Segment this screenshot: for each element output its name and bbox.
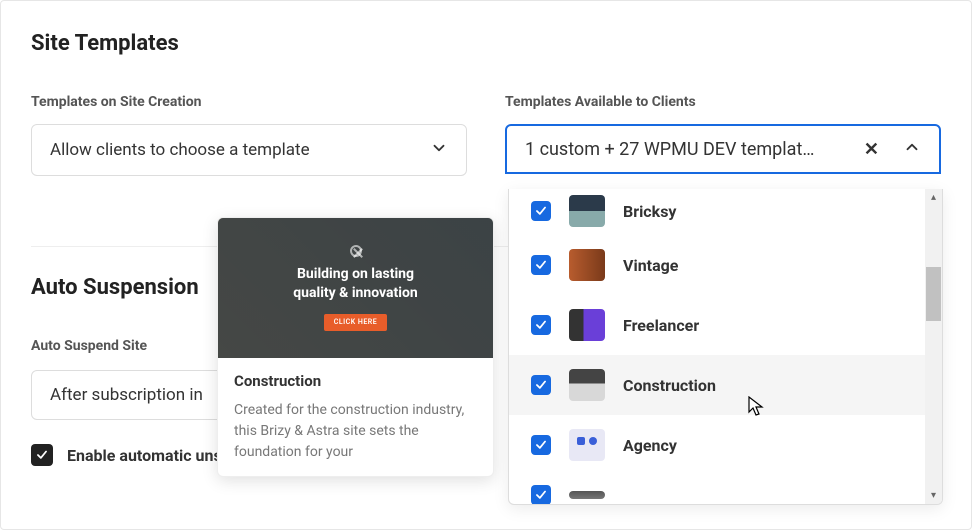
template-option-label: Bricksy (623, 202, 676, 221)
checkbox-checked-icon[interactable] (531, 315, 551, 335)
template-thumbnail (569, 309, 605, 341)
clear-icon[interactable]: ✕ (864, 139, 879, 160)
templates-dropdown[interactable]: Bricksy Vintage Freelancer Construction Agen… (508, 189, 943, 505)
template-option[interactable] (509, 475, 927, 504)
template-preview-card: Building on lasting quality & innovation… (217, 217, 494, 477)
hero-line-1: Building on lasting (297, 265, 414, 285)
template-option[interactable]: Vintage (509, 235, 927, 295)
template-option[interactable]: Agency (509, 415, 927, 475)
template-option-label: Vintage (623, 256, 678, 275)
scroll-down-icon[interactable]: ▾ (925, 487, 942, 504)
template-thumbnail (569, 429, 605, 461)
templates-dropdown-list: Bricksy Vintage Freelancer Construction Agen… (509, 189, 927, 504)
templates-on-creation-value: Allow clients to choose a template (50, 140, 310, 160)
template-option[interactable]: Bricksy (509, 189, 927, 235)
page-title: Site Templates (31, 31, 941, 56)
template-thumbnail (569, 491, 605, 499)
template-option-label: Construction (623, 376, 716, 395)
settings-panel: Site Templates Templates on Site Creatio… (0, 0, 972, 530)
templates-available-summary: 1 custom + 27 WPMU DEV templat… (525, 139, 850, 160)
template-thumbnail (569, 369, 605, 401)
auto-suspend-value: After subscription in (50, 385, 203, 405)
templates-on-creation-label: Templates on Site Creation (31, 94, 467, 110)
checkbox-checked-icon[interactable] (531, 435, 551, 455)
scrollbar-track[interactable]: ▴ ▾ (925, 189, 942, 504)
template-thumbnail (569, 249, 605, 281)
templates-row: Templates on Site Creation Allow clients… (31, 94, 941, 176)
checkbox-checked-icon[interactable] (31, 444, 53, 466)
template-preview-image: Building on lasting quality & innovation… (218, 218, 493, 358)
templates-available-combo[interactable]: 1 custom + 27 WPMU DEV templat… ✕ (505, 124, 941, 174)
template-option[interactable]: Freelancer (509, 295, 927, 355)
template-option[interactable]: Construction (509, 355, 927, 415)
templates-on-creation-col: Templates on Site Creation Allow clients… (31, 94, 467, 176)
checkbox-checked-icon[interactable] (531, 255, 551, 275)
chevron-up-icon[interactable] (903, 138, 921, 160)
checkbox-checked-icon[interactable] (531, 485, 551, 504)
checkbox-checked-icon[interactable] (531, 201, 551, 221)
template-preview-body: Construction Created for the constructio… (218, 358, 493, 477)
template-option-label: Agency (623, 436, 677, 455)
template-option-label: Freelancer (623, 316, 699, 335)
hero-line-2: quality & innovation (293, 284, 417, 304)
templates-available-col: Templates Available to Clients 1 custom … (505, 94, 941, 176)
scroll-up-icon[interactable]: ▴ (925, 189, 942, 206)
template-preview-desc: Created for the construction industry, t… (234, 400, 477, 463)
scrollbar-thumb[interactable] (926, 267, 941, 321)
template-preview-title: Construction (234, 372, 477, 390)
close-icon (350, 245, 362, 257)
templates-available-label: Templates Available to Clients (505, 94, 941, 110)
checkbox-checked-icon[interactable] (531, 375, 551, 395)
hero-cta-button: CLICK HERE (324, 314, 387, 332)
templates-on-creation-select[interactable]: Allow clients to choose a template (31, 124, 467, 176)
template-thumbnail (569, 195, 605, 227)
chevron-down-icon (430, 139, 448, 161)
